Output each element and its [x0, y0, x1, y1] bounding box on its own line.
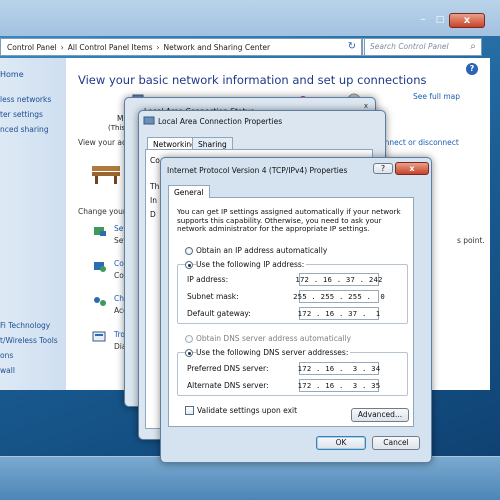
- see-also-link-1[interactable]: Fi Technology: [0, 321, 50, 330]
- see-full-map-link[interactable]: See full map: [413, 92, 460, 101]
- help-icon[interactable]: ?: [466, 63, 478, 75]
- address-bar[interactable]: Control Panel › All Control Panel Items …: [0, 38, 362, 56]
- breadcrumb-all-items[interactable]: All Control Panel Items: [68, 43, 153, 52]
- search-input[interactable]: Search Control Panel: [364, 38, 482, 56]
- alternate-dns-input[interactable]: 172 . 16 . 3 . 35: [298, 379, 380, 392]
- default-gateway-input[interactable]: 172 . 16 . 37 . 1: [298, 307, 380, 320]
- minimize-button[interactable]: –: [415, 14, 431, 26]
- properties-dialog-title: Local Area Connection Properties: [158, 117, 283, 126]
- ok-button[interactable]: OK: [316, 436, 366, 450]
- obtain-dns-auto-label[interactable]: Obtain DNS server address automatically: [196, 334, 351, 343]
- control-panel-home-link[interactable]: Home: [0, 70, 24, 79]
- bench-icon: [92, 166, 120, 184]
- use-following-dns-label[interactable]: Use the following DNS server addresses:: [196, 348, 351, 357]
- obtain-ip-auto-label[interactable]: Obtain an IP address automatically: [196, 246, 327, 255]
- use-following-ip-radio[interactable]: [185, 261, 193, 269]
- maximize-button[interactable]: □: [432, 14, 448, 26]
- setup-connection-icon: [94, 227, 106, 236]
- advanced-sharing-settings-link[interactable]: nced sharing: [0, 125, 49, 134]
- connect-network-icon: [94, 262, 106, 272]
- preferred-dns-label: Preferred DNS server:: [187, 364, 269, 373]
- see-also-link-4[interactable]: wall: [0, 366, 15, 375]
- ipv4-description-text: You can get IP settings assigned automat…: [177, 207, 401, 234]
- obtain-dns-auto-radio[interactable]: [185, 335, 193, 343]
- use-following-ip-label[interactable]: Use the following IP address:: [196, 260, 307, 269]
- subnet-mask-label: Subnet mask:: [187, 292, 239, 301]
- breadcrumb-separator[interactable]: ›: [157, 43, 160, 52]
- manage-wireless-networks-link[interactable]: less networks: [0, 95, 51, 104]
- default-gateway-label: Default gateway:: [187, 309, 251, 318]
- network-adapter-icon: [143, 116, 155, 125]
- properties-fragment-description: D: [150, 210, 156, 219]
- page-title: View your basic network information and …: [78, 73, 427, 87]
- access-point-text: s point.: [457, 236, 485, 245]
- homegroup-icon: [94, 297, 106, 306]
- properties-fragment-this-connection: Th: [150, 182, 160, 191]
- see-also-link-3[interactable]: ons: [0, 351, 13, 360]
- use-following-dns-radio[interactable]: [185, 349, 193, 357]
- change-adapter-settings-link[interactable]: ter settings: [0, 110, 43, 119]
- advanced-button[interactable]: Advanced...: [351, 408, 409, 422]
- validate-settings-label[interactable]: Validate settings upon exit: [197, 406, 297, 415]
- obtain-ip-auto-radio[interactable]: [185, 247, 193, 255]
- ip-address-label: IP address:: [187, 275, 229, 284]
- connect-disconnect-link[interactable]: onnect or disconnect: [380, 138, 459, 147]
- ip-address-input[interactable]: 172 . 16 . 37 . 242: [295, 273, 382, 286]
- breadcrumb-control-panel[interactable]: Control Panel: [7, 43, 57, 52]
- ipv4-close-button[interactable]: x: [395, 162, 429, 175]
- breadcrumb-network-sharing-center[interactable]: Network and Sharing Center: [164, 43, 271, 52]
- troubleshoot-icon: [92, 331, 106, 342]
- cancel-button[interactable]: Cancel: [372, 436, 420, 450]
- refresh-icon[interactable]: ↻: [345, 40, 359, 54]
- search-icon[interactable]: ⌕: [466, 38, 480, 56]
- tab-general[interactable]: General: [168, 185, 210, 198]
- alternate-dns-label: Alternate DNS server:: [187, 381, 269, 390]
- properties-fragment-install: In: [150, 196, 157, 205]
- properties-fragment-connect-using: Co: [150, 156, 160, 165]
- ipv4-dialog-title: Internet Protocol Version 4 (TCP/IPv4) P…: [167, 166, 348, 175]
- breadcrumb-separator[interactable]: ›: [61, 43, 64, 52]
- preferred-dns-input[interactable]: 172 . 16 . 3 . 34: [298, 362, 380, 375]
- ipv4-help-button[interactable]: ?: [373, 163, 393, 174]
- subnet-mask-input[interactable]: 255 . 255 . 255 . 0: [293, 290, 385, 303]
- see-also-link-2[interactable]: t/Wireless Tools: [0, 336, 58, 345]
- close-button[interactable]: x: [449, 13, 485, 28]
- validate-settings-checkbox[interactable]: [185, 406, 194, 415]
